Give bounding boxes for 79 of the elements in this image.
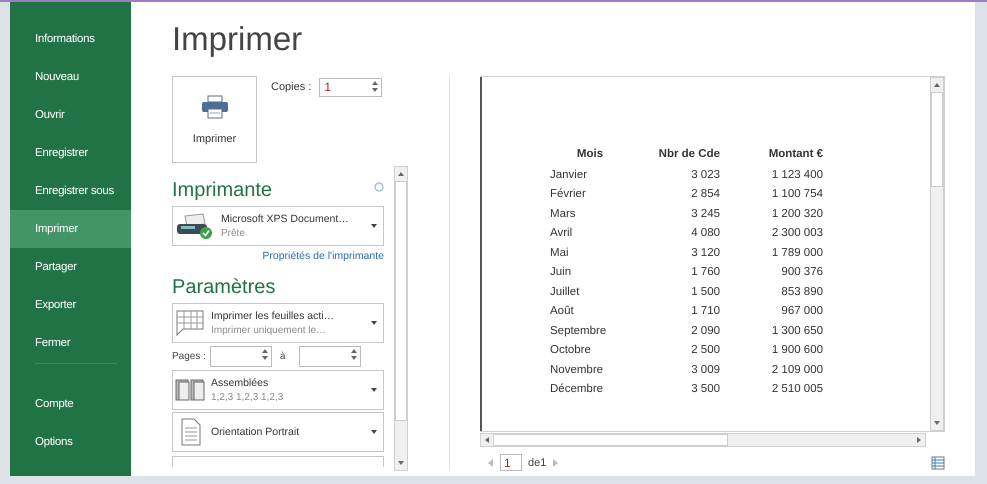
printer-icon: [200, 94, 228, 118]
table-cell: 1 200 320: [720, 204, 823, 224]
sidebar-item[interactable]: Compte: [10, 385, 131, 423]
copies-label: Copies :: [271, 81, 312, 93]
sidebar-item[interactable]: Fermer: [10, 324, 131, 362]
vertical-scrollbar[interactable]: [930, 77, 944, 431]
orientation-dropdown[interactable]: Orientation Portrait: [172, 412, 384, 452]
table-cell-text: 1 123 400: [770, 168, 823, 183]
table-cell-text: 3 245: [690, 206, 720, 222]
collated-pages-icon: [175, 377, 205, 403]
table-cell-text: Septembre: [550, 324, 608, 339]
from-page-field[interactable]: [210, 346, 272, 366]
sidebar-item[interactable]: Enregistrer sous: [10, 172, 131, 210]
table-cell-text: Avril: [550, 226, 574, 242]
sidebar-item[interactable]: Ouvrir: [10, 96, 131, 134]
sheets-dropdown[interactable]: Imprimer les feuilles acti… Imprimer uniquement le…: [172, 303, 384, 343]
printer-dropdown[interactable]: Microsoft XPS Document… Prête: [172, 206, 384, 246]
table-cell-text: 2 090: [690, 324, 720, 339]
sidebar-item[interactable]: Exporter: [10, 286, 131, 324]
table-cell: 2 300 003: [720, 224, 823, 243]
next-page-icon[interactable]: [552, 458, 560, 468]
table-cell-text: Juillet: [550, 284, 580, 300]
printer-properties-link[interactable]: Propriétés de l'imprimante: [262, 250, 384, 262]
table-cell-text: 1 710: [690, 304, 720, 320]
copies-field[interactable]: 1: [319, 78, 382, 97]
to-page-field[interactable]: [299, 346, 362, 366]
sidebar-item[interactable]: Enregistrer: [10, 134, 131, 172]
dropdown[interactable]: [172, 456, 384, 467]
print-button[interactable]: Imprimer: [172, 76, 257, 163]
table-cell-text: Février: [550, 187, 587, 202]
table-cell-text: 1 500: [690, 284, 720, 300]
sidebar-item[interactable]: Nouveau: [10, 58, 131, 96]
table-cell-text: 3 500: [690, 382, 720, 398]
table-cell-text: Août: [550, 304, 575, 320]
table-cell-text: 3 009: [690, 362, 720, 378]
sidebar-item[interactable]: Options: [10, 423, 131, 461]
table-cell-text: 2 854: [690, 187, 720, 202]
table-cell: 1 900 600: [720, 340, 823, 360]
horizontal-scrollbar[interactable]: [480, 433, 926, 447]
printer-heading: Imprimante: [172, 178, 272, 203]
table-cell-text: 4 080: [690, 226, 720, 242]
table-cell-text: Juin: [550, 265, 572, 280]
page-number-field[interactable]: 1: [500, 454, 522, 471]
settings-heading: Paramètres: [172, 275, 276, 300]
table-cell-text: Mars: [550, 206, 577, 222]
table-cell: 2 510 005: [720, 380, 823, 399]
table-cell-text: Octobre: [550, 343, 592, 358]
page-count: de1: [528, 456, 546, 468]
table-cell: 900 376: [720, 262, 823, 282]
sheet-grid-icon: [175, 309, 205, 337]
sidebar-item[interactable]: Informations: [10, 20, 131, 58]
table-cell-text: 1 760: [690, 265, 720, 280]
table-cell-text: Janvier: [550, 168, 588, 183]
table-cell-text: 3 120: [690, 246, 720, 261]
vertical-scrollbar[interactable]: [394, 166, 408, 471]
table-cell: 1 100 754: [720, 184, 823, 204]
show-margins-icon[interactable]: [931, 456, 945, 470]
table-cell-text: 3 023: [690, 168, 720, 183]
table-cell: 967 000: [720, 302, 823, 321]
table-cell: 1 300 650: [720, 321, 823, 340]
column-header: Mois: [576, 146, 604, 162]
sidebar-item[interactable]: Imprimer: [10, 210, 131, 248]
column-header: Montant €: [720, 145, 823, 165]
previous-page-icon[interactable]: [486, 458, 494, 468]
column-header: Nbr de Cde: [658, 146, 720, 162]
table-cell: 1 789 000: [720, 243, 823, 262]
table-cell-text: 2 500: [690, 343, 720, 358]
to-label: à: [280, 350, 286, 362]
collate-dropdown[interactable]: Assemblées 1,2,3 1,2,3 1,2,3: [172, 370, 384, 410]
printer-ready-icon: [175, 212, 215, 240]
table-cell-text: Mai: [550, 246, 570, 261]
table-cell: 853 890: [720, 282, 823, 302]
table-cell-text: Novembre: [550, 362, 604, 378]
sidebar-item[interactable]: Partager: [10, 248, 131, 286]
page-title: Imprimer: [172, 19, 302, 59]
table-cell-text: Décembre: [550, 382, 604, 398]
pages-label: Pages :: [172, 350, 206, 362]
info-icon: [374, 182, 384, 192]
table-cell-text: 2 109 000: [770, 362, 823, 378]
